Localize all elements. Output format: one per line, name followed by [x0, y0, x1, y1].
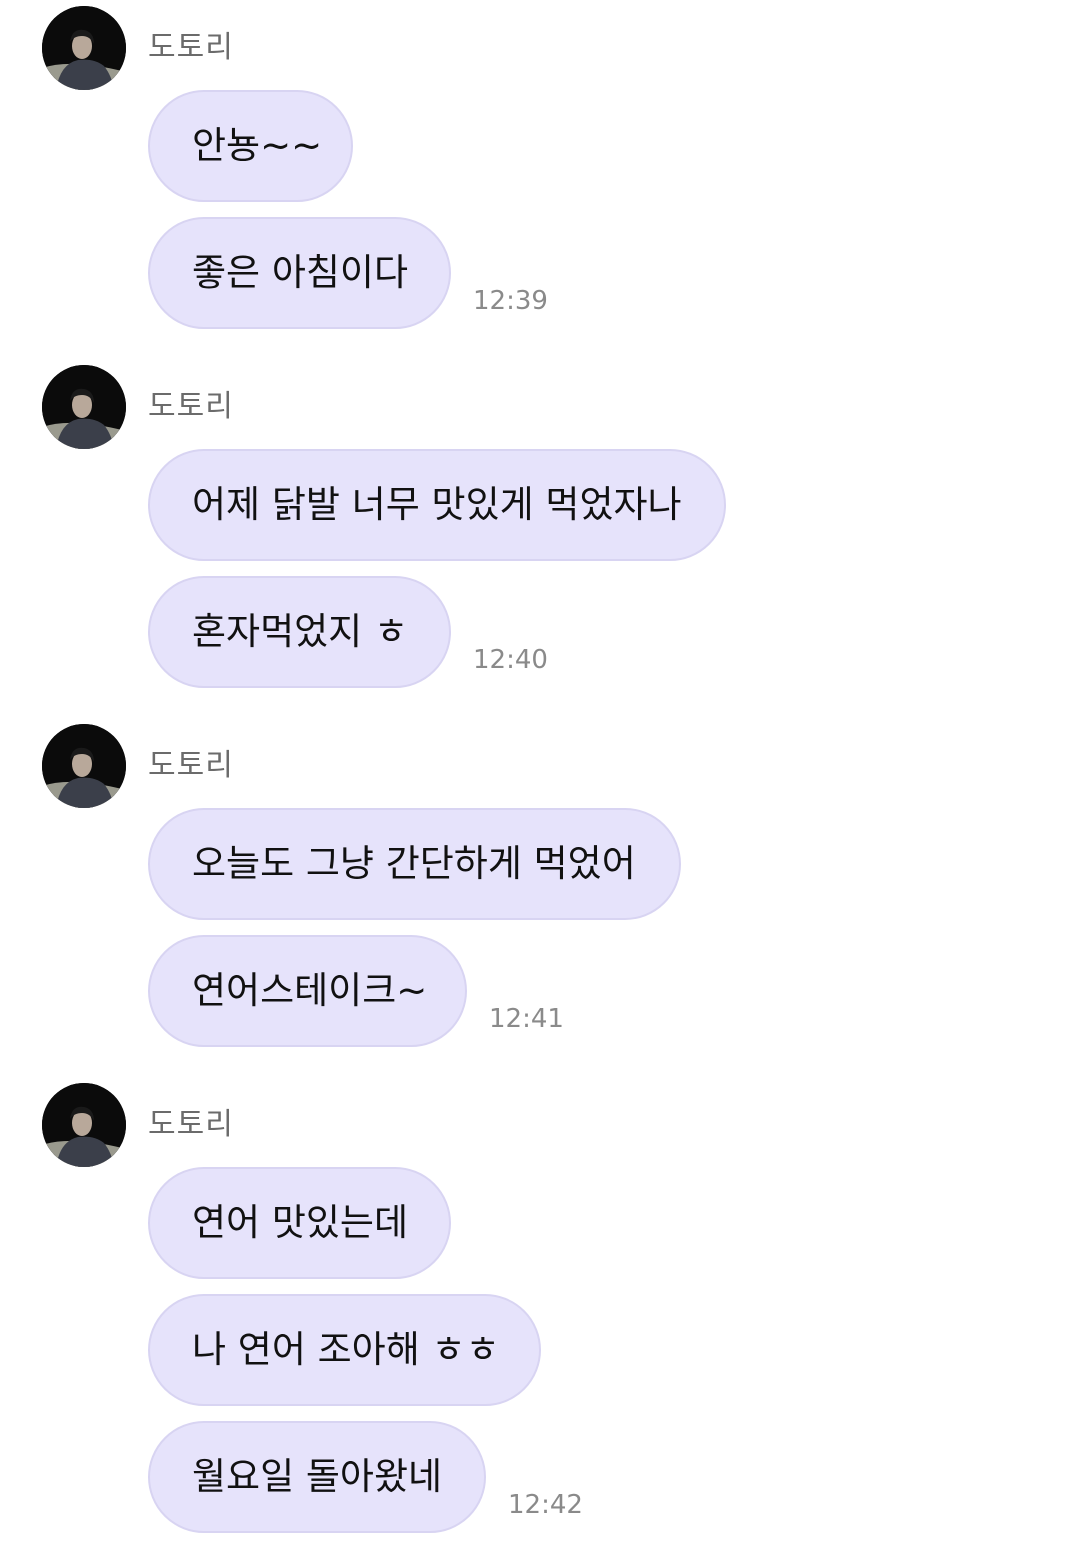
- message-bubble[interactable]: 안뇽~~: [148, 90, 353, 202]
- message-timestamp: 12:40: [473, 645, 548, 675]
- profile-avatar-icon[interactable]: [42, 724, 126, 808]
- message-bubble[interactable]: 나 연어 조아해 ㅎㅎ: [148, 1294, 541, 1406]
- message-timestamp: 12:39: [473, 286, 548, 316]
- profile-avatar-icon[interactable]: [42, 365, 126, 449]
- profile-avatar-icon[interactable]: [42, 6, 126, 90]
- message-timestamp: 12:42: [508, 1490, 583, 1520]
- message-bubble[interactable]: 월요일 돌아왔네: [148, 1421, 486, 1533]
- message-bubble[interactable]: 어제 닭발 너무 맛있게 먹었자나: [148, 449, 726, 561]
- message-bubble[interactable]: 혼자먹었지 ㅎ: [148, 576, 451, 688]
- message-bubble[interactable]: 연어스테이크~: [148, 935, 467, 1047]
- sender-name: 도토리: [148, 748, 234, 783]
- message-bubble[interactable]: 오늘도 그냥 간단하게 먹었어: [148, 808, 681, 920]
- message-bubble[interactable]: 연어 맛있는데: [148, 1167, 451, 1279]
- sender-name: 도토리: [148, 389, 234, 424]
- profile-avatar-icon[interactable]: [42, 1083, 126, 1167]
- message-bubble[interactable]: 좋은 아침이다: [148, 217, 451, 329]
- sender-name: 도토리: [148, 1107, 234, 1142]
- message-timestamp: 12:41: [489, 1004, 564, 1034]
- sender-name: 도토리: [148, 30, 234, 65]
